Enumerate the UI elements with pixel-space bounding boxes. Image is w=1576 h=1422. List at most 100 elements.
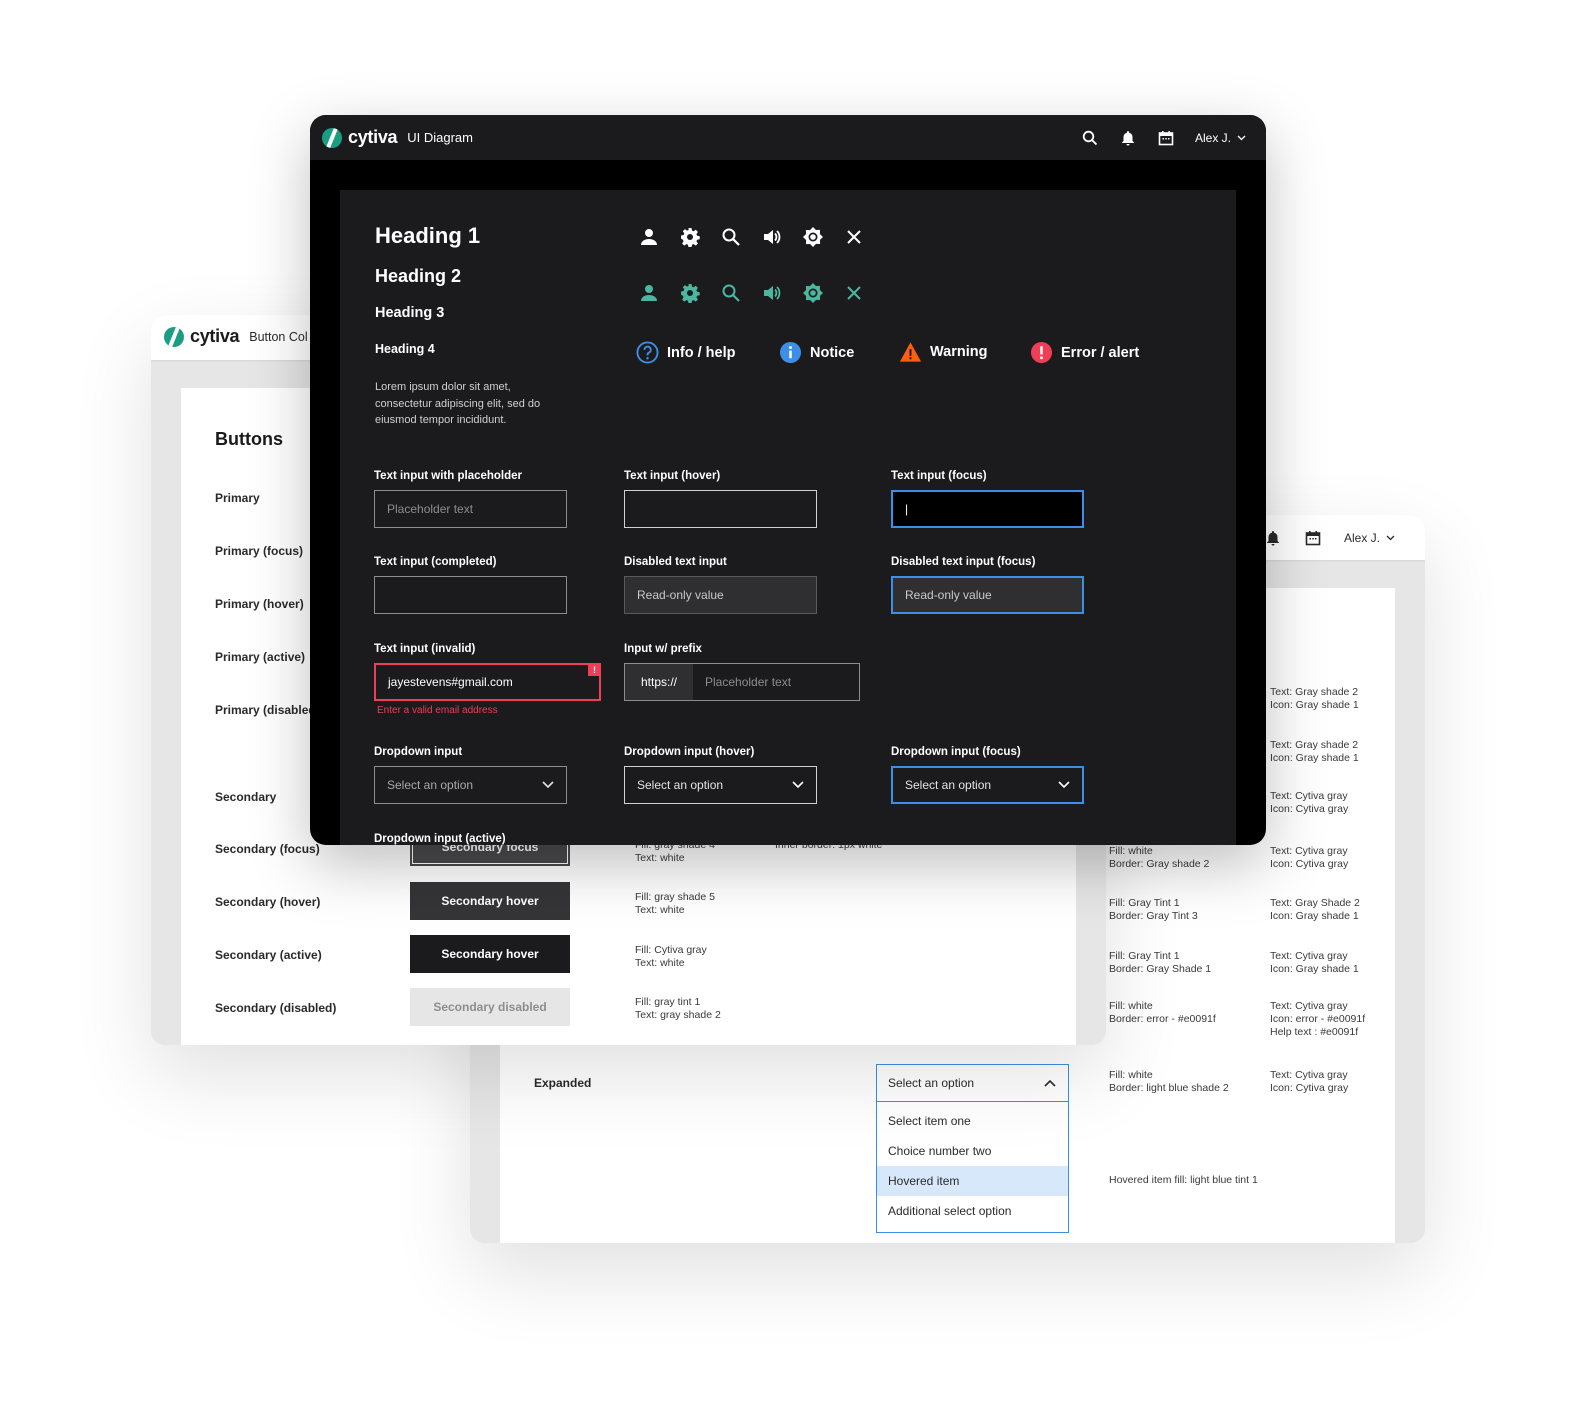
note: Fill: gray shade 5 Text: white xyxy=(635,891,715,916)
search-icon xyxy=(722,284,740,302)
calendar-icon[interactable] xyxy=(1304,529,1322,547)
secondary-disabled-button: Secondary disabled xyxy=(410,988,570,1026)
dropdown-option[interactable]: Choice number two xyxy=(877,1136,1068,1166)
chevron-down-icon xyxy=(542,781,554,789)
field-label: Text input (completed) xyxy=(374,556,497,568)
note-row-4-fill: Fill: white Border: Gray shade 2 xyxy=(1109,845,1210,870)
user-menu[interactable]: Alex J. xyxy=(1195,131,1254,145)
help-circle-icon xyxy=(636,341,659,364)
note-row-5-fill: Fill: Gray Tint 1 Border: Gray Tint 3 xyxy=(1109,897,1198,922)
search-icon[interactable] xyxy=(1081,129,1099,147)
expanded-dropdown[interactable]: Select an option Select item one Choice … xyxy=(876,1064,1069,1233)
row-label: Primary (disabled) xyxy=(215,703,320,717)
close-icon xyxy=(847,230,861,244)
note-row-6-fill: Fill: Gray Tint 1 Border: Gray Shade 1 xyxy=(1109,950,1212,975)
dropdown-option[interactable]: Select item one xyxy=(877,1106,1068,1136)
note: Fill: Cytiva gray Text: white xyxy=(635,944,707,969)
section-title: Buttons xyxy=(215,429,283,449)
user-name: Alex J. xyxy=(1343,530,1380,545)
prefix-input[interactable]: https:// Placeholder text xyxy=(624,663,860,701)
hover-note: Hovered item fill: light blue tint 1 xyxy=(1109,1174,1258,1186)
text-input-placeholder[interactable]: Placeholder text xyxy=(374,490,567,528)
note-row-1: Text: Gray shade 2 Icon: Gray shade 1 xyxy=(1270,686,1359,711)
warning-icon xyxy=(899,342,922,362)
row-label: Primary xyxy=(215,491,260,505)
input-prefix: https:// xyxy=(625,664,693,700)
note-row-3: Text: Cytiva gray Icon: Cytiva gray xyxy=(1270,790,1349,815)
dropdown-option[interactable]: Additional select option xyxy=(877,1196,1068,1226)
note-row-6-text: Text: Cytiva gray Icon: Gray shade 1 xyxy=(1270,950,1359,975)
brightness-icon xyxy=(803,283,823,303)
body-text: Lorem ipsum dolor sit amet, consectetur … xyxy=(375,381,541,426)
user-menu[interactable]: Alex J. xyxy=(1344,531,1403,545)
user-icon xyxy=(641,229,657,245)
gear-icon xyxy=(681,284,700,303)
heading-2: Heading 2 xyxy=(375,266,462,286)
field-label: Dropdown input (active) xyxy=(374,833,506,845)
user-icon xyxy=(641,285,657,301)
input-placeholder: Placeholder text xyxy=(705,675,792,689)
cytiva-logo: cytiva Button Col xyxy=(164,326,308,347)
info-icon xyxy=(779,341,802,364)
cytiva-logo-icon xyxy=(322,127,342,148)
note-row-8-text: Text: Cytiva gray Icon: Cytiva gray xyxy=(1270,1069,1349,1094)
dropdown-input[interactable]: Select an option xyxy=(374,766,567,804)
ui-diagram-window: cytiva UI Diagram Alex J. Heading 1 Head… xyxy=(310,115,1266,845)
field-label: Text input (focus) xyxy=(891,470,987,482)
text-input-hover[interactable] xyxy=(624,490,817,528)
field-label: Text input (invalid) xyxy=(374,643,476,655)
secondary-hover-button[interactable]: Secondary hover xyxy=(410,882,570,920)
cytiva-logo: cytiva xyxy=(322,127,398,148)
input-value: jayestevens#gmail.com xyxy=(388,675,513,689)
row-label: Primary (active) xyxy=(215,650,306,664)
volume-icon xyxy=(764,286,781,300)
expanded-label: Expanded xyxy=(534,1076,592,1090)
row-label: Secondary (focus) xyxy=(215,842,320,856)
dropdown-option-hovered[interactable]: Hovered item xyxy=(877,1166,1068,1196)
user-name: Alex J. xyxy=(1194,130,1231,145)
calendar-icon[interactable] xyxy=(1157,129,1175,147)
row-label: Secondary (active) xyxy=(215,948,322,962)
gear-icon xyxy=(681,228,700,247)
heading-3: Heading 3 xyxy=(375,305,445,321)
app-title: UI Diagram xyxy=(407,130,473,145)
window-title: Button Col xyxy=(249,329,308,344)
dropdown-value: Select an option xyxy=(888,1076,975,1090)
volume-icon xyxy=(764,230,781,244)
component-panel: Heading 1 Heading 2 Heading 3 Heading 4 … xyxy=(340,190,1236,845)
chevron-down-icon xyxy=(1058,781,1070,789)
expanded-dropdown-header[interactable]: Select an option xyxy=(877,1065,1068,1102)
note-row-5-text: Text: Gray Shade 2 Icon: Gray shade 1 xyxy=(1270,897,1360,922)
status-notice: Notice xyxy=(779,341,854,364)
bell-icon[interactable] xyxy=(1264,529,1282,547)
field-label: Text input (hover) xyxy=(624,470,721,482)
error-icon xyxy=(1030,341,1053,364)
field-label: Input w/ prefix xyxy=(624,643,702,655)
chevron-up-icon xyxy=(1044,1079,1056,1087)
text-input-invalid[interactable]: jayestevens#gmail.com ! xyxy=(374,663,601,701)
field-label: Dropdown input xyxy=(374,746,463,758)
text-input-focus[interactable]: | xyxy=(891,490,1084,528)
secondary-active-button[interactable]: Secondary hover xyxy=(410,935,570,973)
field-label: Dropdown input (hover) xyxy=(624,746,755,758)
bell-icon[interactable] xyxy=(1119,129,1137,147)
icon-row-teal xyxy=(639,283,864,303)
note-row-2: Text: Gray shade 2 Icon: Gray shade 1 xyxy=(1270,739,1359,764)
field-label: Disabled text input (focus) xyxy=(891,556,1036,568)
cytiva-logo-icon xyxy=(164,326,184,347)
text-input-completed[interactable] xyxy=(374,576,567,614)
chevron-down-icon xyxy=(792,781,804,789)
search-icon xyxy=(722,228,740,246)
note-row-7-fill: Fill: white Border: error - #e0091f xyxy=(1109,1000,1216,1025)
chevron-down-icon xyxy=(1386,535,1395,540)
note-row-8-fill: Fill: white Border: light blue shade 2 xyxy=(1109,1069,1229,1094)
note-row-4-text: Text: Cytiva gray Icon: Cytiva gray xyxy=(1270,845,1349,870)
row-label: Primary (hover) xyxy=(215,597,304,611)
note-row-7-text: Text: Cytiva gray Icon: error - #e0091f He… xyxy=(1270,1000,1366,1038)
text-input-disabled-focus: Read-only value xyxy=(891,576,1084,614)
row-label: Secondary xyxy=(215,790,277,804)
dropdown-input-focus[interactable]: Select an option xyxy=(891,766,1084,804)
field-label: Text input with placeholder xyxy=(374,470,523,482)
close-icon xyxy=(847,286,861,300)
dropdown-input-hover[interactable]: Select an option xyxy=(624,766,817,804)
